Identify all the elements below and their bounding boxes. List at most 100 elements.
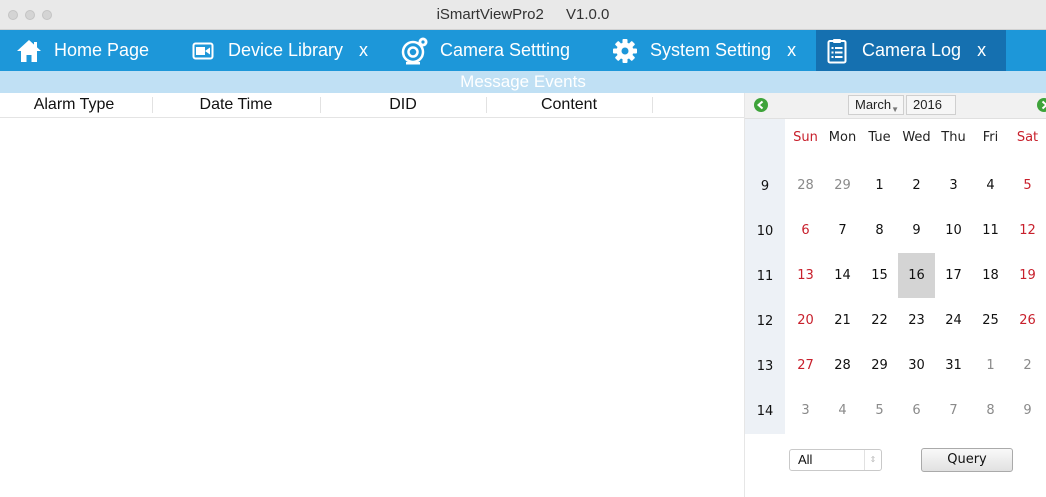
arrow-left-icon (756, 100, 764, 110)
close-tab-button[interactable]: x (359, 40, 368, 61)
calendar-day[interactable]: 7 (935, 388, 972, 433)
clipboard-icon (822, 36, 852, 66)
section-title: Message Events (460, 72, 586, 91)
tab-label: Camera Log (862, 40, 962, 60)
message-events-table: Alarm Type Date Time DID Content (0, 93, 744, 497)
select-arrows-icon: ⇕ (864, 450, 881, 470)
calendar-day[interactable]: 5 (1009, 163, 1046, 208)
column-divider (652, 97, 653, 113)
calendar-day[interactable]: 20 (787, 298, 824, 343)
column-header-alarm-type[interactable]: Alarm Type (0, 93, 148, 117)
window-title: iSmartViewPro2 V1.0.0 (0, 6, 1046, 23)
calendar-day[interactable]: 28 (787, 163, 824, 208)
week-number: 12 (756, 314, 774, 329)
tab-label: Home Page (54, 40, 150, 60)
column-header-date-time[interactable]: Date Time (152, 93, 320, 117)
calendar-day[interactable]: 3 (935, 163, 972, 208)
gear-icon (610, 36, 640, 66)
dropdown-caret-icon: ▼ (891, 105, 900, 114)
calendar-day[interactable]: 10 (935, 208, 972, 253)
calendar-day[interactable]: 22 (861, 298, 898, 343)
calendar-day[interactable]: 11 (972, 208, 1009, 253)
calendar-day[interactable]: 4 (972, 163, 1009, 208)
close-tab-button[interactable]: x (787, 40, 796, 61)
calendar-day[interactable]: 21 (824, 298, 861, 343)
calendar-day[interactable]: 26 (1009, 298, 1046, 343)
calendar-day-selected[interactable]: 16 (898, 253, 935, 298)
tab-system-setting[interactable]: System Setting x (610, 30, 796, 71)
week-number: 13 (756, 359, 774, 374)
tab-label: Camera Settting (440, 40, 571, 60)
column-header-did[interactable]: DID (320, 93, 486, 117)
table-header: Alarm Type Date Time DID Content (0, 93, 744, 118)
month-value: March (855, 97, 892, 112)
tab-label: System Setting (650, 40, 772, 60)
close-tab-button[interactable]: x (977, 40, 986, 61)
calendar-day[interactable]: 25 (972, 298, 1009, 343)
calendar-day[interactable]: 29 (824, 163, 861, 208)
video-folder-icon (188, 36, 218, 66)
calendar-day[interactable]: 8 (861, 208, 898, 253)
calendar-day[interactable]: 9 (898, 208, 935, 253)
webcam-settings-icon (400, 36, 430, 66)
calendar-day[interactable]: 17 (935, 253, 972, 298)
week-number: 10 (756, 224, 774, 239)
weekday-header: Tue (868, 130, 891, 145)
calendar-day[interactable]: 4 (824, 388, 861, 433)
tab-camera-log[interactable]: Camera Log x (816, 30, 1006, 71)
calendar-day[interactable]: 31 (935, 343, 972, 388)
calendar-day[interactable]: 14 (824, 253, 861, 298)
app-name: iSmartViewPro2 (436, 6, 544, 23)
year-value: 2016 (913, 97, 942, 112)
calendar-day[interactable]: 1 (861, 163, 898, 208)
next-month-button[interactable] (1037, 98, 1046, 112)
weekday-header: Mon (828, 130, 857, 145)
calendar-day[interactable]: 23 (898, 298, 935, 343)
calendar-day[interactable]: 30 (898, 343, 935, 388)
arrow-right-icon (1041, 100, 1046, 110)
app-version: V1.0.0 (566, 6, 610, 23)
query-button[interactable]: Query (921, 448, 1013, 472)
calendar-day[interactable]: 15 (861, 253, 898, 298)
calendar-day[interactable]: 6 (898, 388, 935, 433)
calendar-day[interactable]: 3 (787, 388, 824, 433)
calendar-day[interactable]: 1 (972, 343, 1009, 388)
calendar-day[interactable]: 24 (935, 298, 972, 343)
calendar-day[interactable]: 27 (787, 343, 824, 388)
previous-month-button[interactable] (754, 98, 768, 112)
weekday-header: Sun (793, 130, 818, 145)
calendar-day[interactable]: 8 (972, 388, 1009, 433)
filter-selected-value: All (798, 452, 813, 467)
month-dropdown[interactable]: March▼ (848, 95, 904, 115)
calendar-day[interactable]: 7 (824, 208, 861, 253)
table-body[interactable] (0, 118, 744, 497)
calendar-day[interactable]: 9 (1009, 388, 1046, 433)
year-field[interactable]: 2016 (906, 95, 956, 115)
home-icon (14, 36, 44, 66)
week-number: 11 (756, 269, 774, 284)
calendar-navigation: March▼ 2016 (745, 93, 1046, 119)
tab-camera-settting[interactable]: Camera Settting (400, 30, 570, 71)
column-header-content[interactable]: Content (486, 93, 652, 117)
calendar-day[interactable]: 13 (787, 253, 824, 298)
weekday-header: Sat (1016, 130, 1039, 145)
calendar-day[interactable]: 12 (1009, 208, 1046, 253)
tab-bar: Home Page Device Library x Camera Settti… (0, 30, 1046, 71)
alarm-type-filter-select[interactable]: All ⇕ (789, 449, 882, 471)
week-number: 14 (756, 404, 774, 419)
calendar-day[interactable]: 29 (861, 343, 898, 388)
tab-device-library[interactable]: Device Library x (188, 30, 368, 71)
calendar-day[interactable]: 6 (787, 208, 824, 253)
tab-home-page[interactable]: Home Page (14, 30, 149, 71)
week-number: 9 (760, 179, 770, 194)
calendar-day[interactable]: 18 (972, 253, 1009, 298)
calendar-day[interactable]: 5 (861, 388, 898, 433)
weekday-header: Wed (902, 130, 931, 145)
calendar-day[interactable]: 2 (1009, 343, 1046, 388)
weekday-header: Thu (941, 130, 966, 145)
weekday-header: Fri (982, 130, 999, 145)
calendar-day[interactable]: 28 (824, 343, 861, 388)
calendar-day[interactable]: 19 (1009, 253, 1046, 298)
calendar-panel: March▼ 2016 Sun Mon Tue Wed Thu Fri Sat … (745, 93, 1046, 497)
calendar-day[interactable]: 2 (898, 163, 935, 208)
